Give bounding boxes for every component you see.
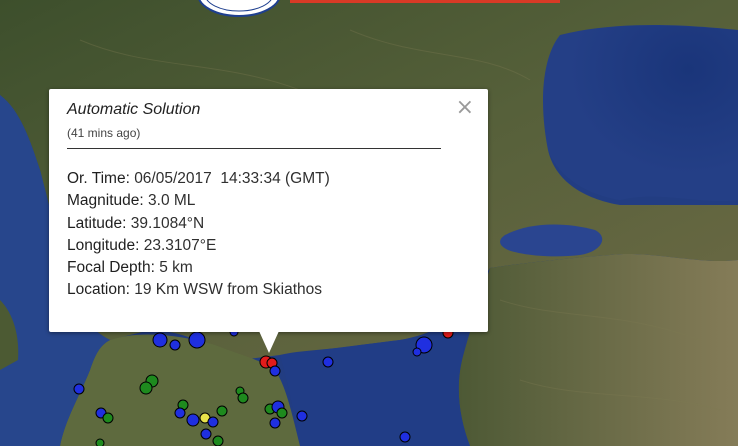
info-rows: Or. Time: 06/05/2017 14:33:34 (GMT) Magn…	[67, 168, 470, 302]
earthquake-info-popup: × Automatic Solution (41 mins ago) Or. T…	[49, 89, 488, 332]
info-row-magnitude: Magnitude: 3.0 ML	[67, 190, 470, 212]
info-value: 06/05/2017 14:33:34 (GMT)	[134, 170, 330, 187]
earthquake-marker-green[interactable]	[102, 412, 114, 424]
info-label: Focal Depth:	[67, 259, 155, 277]
earthquake-marker-blue[interactable]	[174, 407, 186, 419]
info-label: Longitude:	[67, 236, 140, 254]
info-label: Or. Time:	[67, 170, 130, 187]
header-red-bar	[290, 0, 560, 3]
info-row-depth: Focal Depth: 5 km	[67, 257, 470, 279]
earthquake-marker-blue[interactable]	[296, 410, 308, 422]
info-label: Magnitude:	[67, 192, 144, 210]
time-ago: (41 mins ago)	[67, 126, 141, 140]
info-row-latitude: Latitude: 39.1084°N	[67, 213, 470, 235]
info-label: Latitude:	[67, 214, 127, 232]
earthquake-marker-blue[interactable]	[188, 331, 206, 349]
info-value: 5 km	[159, 259, 193, 277]
earthquake-marker-blue[interactable]	[73, 383, 85, 395]
earthquake-marker-green[interactable]	[276, 407, 288, 419]
earthquake-marker-blue[interactable]	[412, 347, 422, 357]
earthquake-marker-green[interactable]	[139, 381, 153, 395]
info-row-longitude: Longitude: 23.3107°E	[67, 235, 470, 257]
popup-pointer	[259, 331, 279, 353]
earthquake-marker-green[interactable]	[212, 435, 224, 446]
earthquake-marker-blue[interactable]	[186, 413, 200, 427]
earthquake-marker-blue[interactable]	[169, 339, 181, 351]
earthquake-marker-blue[interactable]	[200, 428, 212, 440]
earthquake-marker-blue[interactable]	[322, 356, 334, 368]
divider	[67, 148, 441, 149]
info-value: 23.3107°E	[143, 236, 217, 254]
earthquake-marker-green[interactable]	[216, 405, 228, 417]
info-value: 39.1084°N	[130, 214, 205, 232]
close-icon[interactable]: ×	[456, 97, 474, 119]
info-value: 3.0 ML	[148, 192, 196, 210]
info-row-location: Location: 19 Km WSW from Skiathos	[67, 279, 470, 301]
info-value: 19 Km WSW from Skiathos	[134, 281, 322, 299]
earthquake-marker-blue[interactable]	[207, 416, 219, 428]
earthquake-marker-blue[interactable]	[269, 417, 281, 429]
info-row-time: Or. Time: 06/05/2017 14:33:34 (GMT)	[67, 168, 470, 190]
earthquake-marker-blue[interactable]	[269, 365, 281, 377]
earthquake-marker-blue[interactable]	[152, 332, 168, 348]
earthquake-marker-green[interactable]	[95, 438, 105, 446]
popup-title: Automatic Solution	[67, 101, 201, 118]
earthquake-marker-blue[interactable]	[399, 431, 411, 443]
info-label: Location:	[67, 281, 130, 299]
earthquake-marker-green[interactable]	[237, 392, 249, 404]
